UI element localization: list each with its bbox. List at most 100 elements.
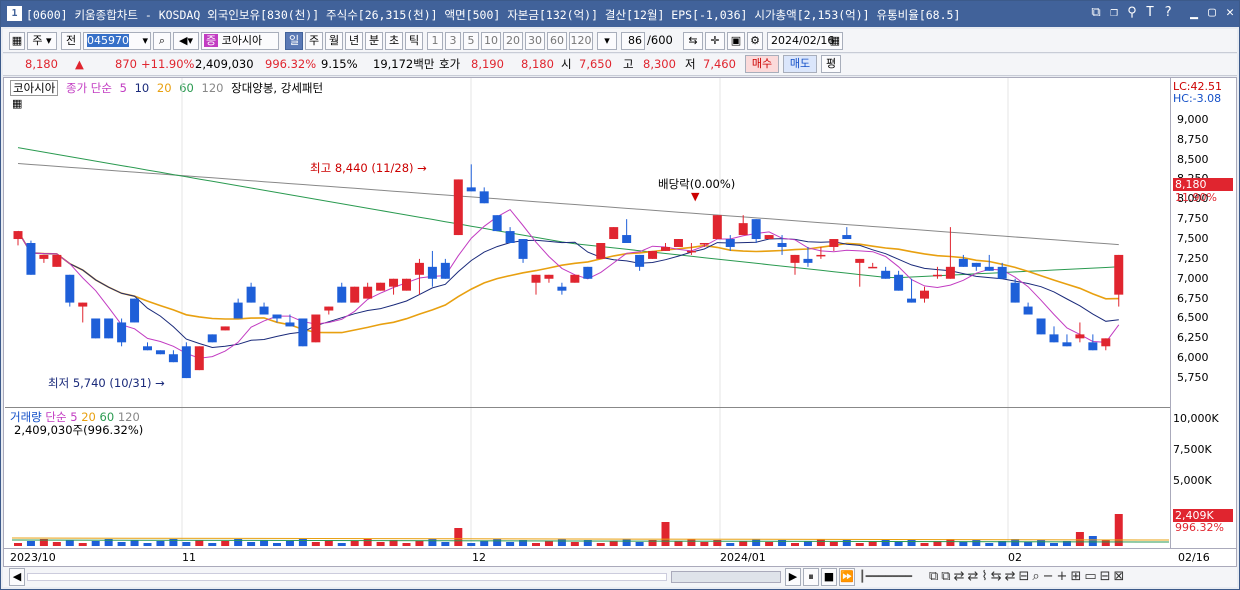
volume-tick: 10,000K — [1173, 412, 1219, 425]
candle-body — [622, 235, 632, 243]
price-tick: 7,000 — [1177, 271, 1209, 285]
buy-button[interactable]: 매수 — [745, 55, 779, 73]
candle-body — [324, 306, 334, 311]
volume-bar — [894, 542, 903, 546]
tab-tick[interactable]: 틱 — [405, 32, 423, 50]
save-icon[interactable]: ▣ — [727, 32, 745, 50]
pause-icon[interactable]: ⏸ — [803, 568, 819, 586]
candle-body — [259, 306, 269, 315]
candle-body — [440, 262, 450, 279]
search-icon[interactable]: ⌕ — [153, 32, 171, 50]
right-axis[interactable]: LC:42.51 HC:-3.08 9,0008,7508,5008,2508,… — [1170, 78, 1236, 566]
candle-body — [829, 239, 839, 247]
maximize-icon[interactable]: ▢ — [1205, 5, 1219, 20]
candle-body — [311, 314, 321, 343]
font-icon[interactable]: T — [1143, 5, 1157, 20]
tab-year[interactable]: 년 — [345, 32, 363, 50]
candle-body — [738, 223, 748, 236]
tab-day[interactable]: 일 — [285, 32, 303, 50]
fast-forward-icon[interactable]: ⏩ — [839, 568, 855, 586]
ask-price: 8,180 — [521, 57, 554, 71]
volume-bar — [480, 541, 489, 546]
tab-minute[interactable]: 분 — [365, 32, 383, 50]
count-input[interactable]: 86 — [621, 32, 645, 50]
volume-tag-percent: 996.32% — [1175, 521, 1224, 534]
prev-button[interactable]: 전 — [61, 32, 81, 50]
date-input[interactable]: 2024/02/16 ▦ — [767, 32, 843, 50]
zoom-icon[interactable]: ⇆ — [683, 32, 703, 50]
period-value: 주 — [32, 34, 43, 47]
price-tick: 9,000 — [1177, 112, 1209, 126]
current-price: 8,180 — [25, 57, 58, 71]
help-icon[interactable]: ? — [1161, 5, 1175, 20]
candle-body — [337, 286, 347, 303]
stock-name-field[interactable]: 증 코아시아 — [201, 32, 279, 50]
panel-divider[interactable] — [5, 407, 1170, 408]
interval-120[interactable]: 120 — [569, 32, 593, 50]
x-label-nov: 11 — [182, 551, 196, 564]
interval-60[interactable]: 60 — [547, 32, 567, 50]
volume-bar — [622, 539, 631, 546]
close-icon[interactable]: ✕ — [1223, 5, 1237, 20]
candle-body — [816, 254, 826, 257]
price-chart — [11, 78, 1170, 548]
chart-window: 1 [0600] 키움종합차트 - KOSDAQ 외국인보유[830(천)] 주… — [0, 0, 1240, 590]
scroll-track[interactable] — [27, 573, 667, 581]
date-value: 2024/02/16 — [771, 34, 835, 47]
scroll-left-icon[interactable]: ◀ — [9, 568, 25, 586]
candle-body — [1075, 334, 1085, 339]
candle-body — [117, 322, 127, 343]
crosshair-icon[interactable]: ✛ — [705, 32, 725, 50]
candle-body — [868, 266, 878, 269]
tab-month[interactable]: 월 — [325, 32, 343, 50]
tab-week[interactable]: 주 — [305, 32, 323, 50]
volume-bar — [52, 542, 61, 546]
candle-body — [544, 274, 554, 279]
volume-bar — [1101, 540, 1110, 546]
count-max: /600 — [647, 33, 673, 47]
title-bar: 1 [0600] 키움종합차트 - KOSDAQ 외국인보유[830(천)] 주… — [1, 1, 1239, 27]
tab-second[interactable]: 초 — [385, 32, 403, 50]
period-select[interactable]: 주 ▾ — [27, 32, 57, 50]
price-tick: 5,750 — [1177, 371, 1209, 385]
minimize-icon[interactable]: ▁ — [1187, 5, 1201, 20]
volume-bar — [1037, 540, 1046, 546]
interval-20[interactable]: 20 — [503, 32, 523, 50]
interval-5[interactable]: 5 — [463, 32, 479, 50]
candle-body — [194, 346, 204, 371]
candle-body — [207, 334, 217, 343]
interval-1[interactable]: 1 — [427, 32, 443, 50]
gear-icon[interactable]: ⚙ — [747, 32, 763, 50]
link-icon[interactable]: ⧉ — [1089, 5, 1103, 20]
stop-icon[interactable]: ■ — [821, 568, 837, 586]
volume-bar — [182, 542, 191, 546]
chart-area[interactable]: 코아시아 종가 단순 5 10 20 60 120 장대양봉, 강세패턴 ▦ 거… — [3, 77, 1237, 567]
interval-10[interactable]: 10 — [481, 32, 501, 50]
trade-amount: 19,172백만 — [373, 57, 435, 71]
play-icon[interactable]: ▶ — [785, 568, 801, 586]
sound-icon[interactable]: ◀▾ — [173, 32, 199, 50]
scroll-thumb[interactable] — [671, 571, 781, 583]
pin-icon[interactable]: ⚲ — [1125, 5, 1139, 20]
window-number: 1 — [7, 6, 22, 21]
volume-bar — [687, 539, 696, 546]
zoom-slider[interactable]: ┃━━━━━━━ — [859, 570, 923, 584]
calendar-icon[interactable]: ▦ — [830, 33, 840, 49]
chart-tools-icons[interactable]: ⧉⧉⇄⇄⌇⇆⇄⊟⌕−+⊞▭⊟⊠ — [929, 569, 1127, 584]
candle-body — [518, 239, 528, 259]
layout-icon[interactable]: ▦ — [9, 32, 25, 50]
interval-30[interactable]: 30 — [525, 32, 545, 50]
volume-bar — [972, 540, 981, 546]
interval-dropdown[interactable]: ▾ — [597, 32, 617, 50]
price-tag: 8,180 — [1173, 178, 1233, 191]
interval-3[interactable]: 3 — [445, 32, 461, 50]
volume-bars — [11, 514, 1170, 546]
candle-body — [168, 354, 178, 363]
candle-body — [130, 298, 140, 323]
restore-icon[interactable]: ❐ — [1107, 5, 1121, 20]
stock-code-input[interactable]: 045970 ▾ — [83, 32, 151, 50]
flat-button[interactable]: 평 — [821, 55, 841, 73]
candle-body — [272, 314, 282, 319]
candle-body — [803, 258, 813, 263]
sell-button[interactable]: 매도 — [783, 55, 817, 73]
